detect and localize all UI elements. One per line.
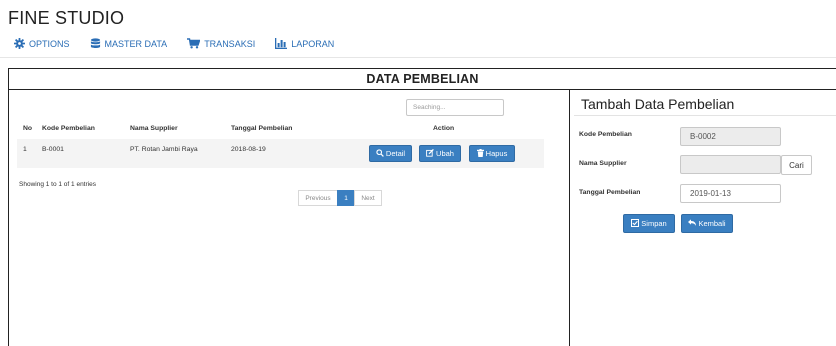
pagination-page-1[interactable]: 1 <box>337 190 355 206</box>
kembali-button-label: Kembali <box>698 219 726 228</box>
col-header-kode: Kode Pembelian <box>42 125 95 132</box>
panel-divider <box>569 89 570 346</box>
col-header-tanggal: Tanggal Pembelian <box>231 125 293 132</box>
nav-divider <box>0 57 836 58</box>
pagination: Previous 1 Next <box>298 190 382 206</box>
cell-supplier: PT. Rotan Jambi Raya <box>130 146 198 153</box>
cari-button[interactable]: Cari <box>781 155 812 175</box>
ubah-button[interactable]: Ubah <box>419 145 461 162</box>
col-header-action: Action <box>433 125 455 132</box>
edit-icon <box>426 148 434 159</box>
kode-pembelian-field[interactable] <box>680 127 781 146</box>
tanggal-pembelian-label: Tanggal Pembelian <box>579 189 641 196</box>
nav-options-label: OPTIONS <box>29 38 70 49</box>
content-frame: DATA PEMBELIAN No Kode Pembelian Nama Su… <box>8 68 836 346</box>
nav-master-data[interactable]: MASTER DATA <box>90 38 168 49</box>
undo-icon <box>688 218 697 229</box>
nav-transaksi[interactable]: TRANSAKSI <box>187 38 255 49</box>
app-title: FINE STUDIO <box>8 8 125 28</box>
trash-icon <box>476 148 484 159</box>
form-title: Tambah Data Pembelian <box>581 96 735 112</box>
database-icon <box>90 38 101 49</box>
cell-kode: B-0001 <box>42 146 64 153</box>
detail-button-label: Detail <box>385 149 406 158</box>
pagination-next[interactable]: Next <box>354 190 382 206</box>
top-nav: OPTIONS MASTER DATA TRANSAKSI LAPORAN <box>14 38 354 49</box>
page-title: DATA PEMBELIAN <box>9 69 836 90</box>
hapus-button[interactable]: Hapus <box>469 145 515 162</box>
detail-button[interactable]: Detail <box>369 145 412 162</box>
hapus-button-label: Hapus <box>485 149 508 158</box>
kembali-button[interactable]: Kembali <box>681 214 733 233</box>
col-header-no: No <box>23 125 33 132</box>
table-row <box>17 139 544 168</box>
table-info: Showing 1 to 1 of 1 entries <box>19 181 96 188</box>
kode-pembelian-label: Kode Pembelian <box>579 131 632 138</box>
simpan-button[interactable]: Simpan <box>623 214 675 233</box>
form-title-rule <box>574 115 836 116</box>
nama-supplier-label: Nama Supplier <box>579 160 627 167</box>
nama-supplier-field[interactable] <box>680 155 781 174</box>
ubah-button-label: Ubah <box>436 149 454 158</box>
pagination-previous[interactable]: Previous <box>298 190 338 206</box>
cell-no: 1 <box>23 146 27 153</box>
bar-chart-icon <box>275 38 288 49</box>
cart-icon <box>187 38 201 49</box>
search-input[interactable] <box>406 99 504 116</box>
tanggal-pembelian-field[interactable] <box>680 184 781 203</box>
nav-transaksi-label: TRANSAKSI <box>204 38 256 49</box>
cell-tanggal: 2018-08-19 <box>231 146 266 153</box>
nav-laporan[interactable]: LAPORAN <box>275 38 334 49</box>
save-icon <box>631 218 640 229</box>
nav-master-data-label: MASTER DATA <box>104 38 168 49</box>
gear-icon <box>14 38 25 49</box>
nav-options[interactable]: OPTIONS <box>14 38 70 49</box>
col-header-supplier: Nama Supplier <box>130 125 178 132</box>
nav-laporan-label: LAPORAN <box>291 38 335 49</box>
simpan-button-label: Simpan <box>641 219 667 228</box>
search-icon <box>376 148 384 159</box>
